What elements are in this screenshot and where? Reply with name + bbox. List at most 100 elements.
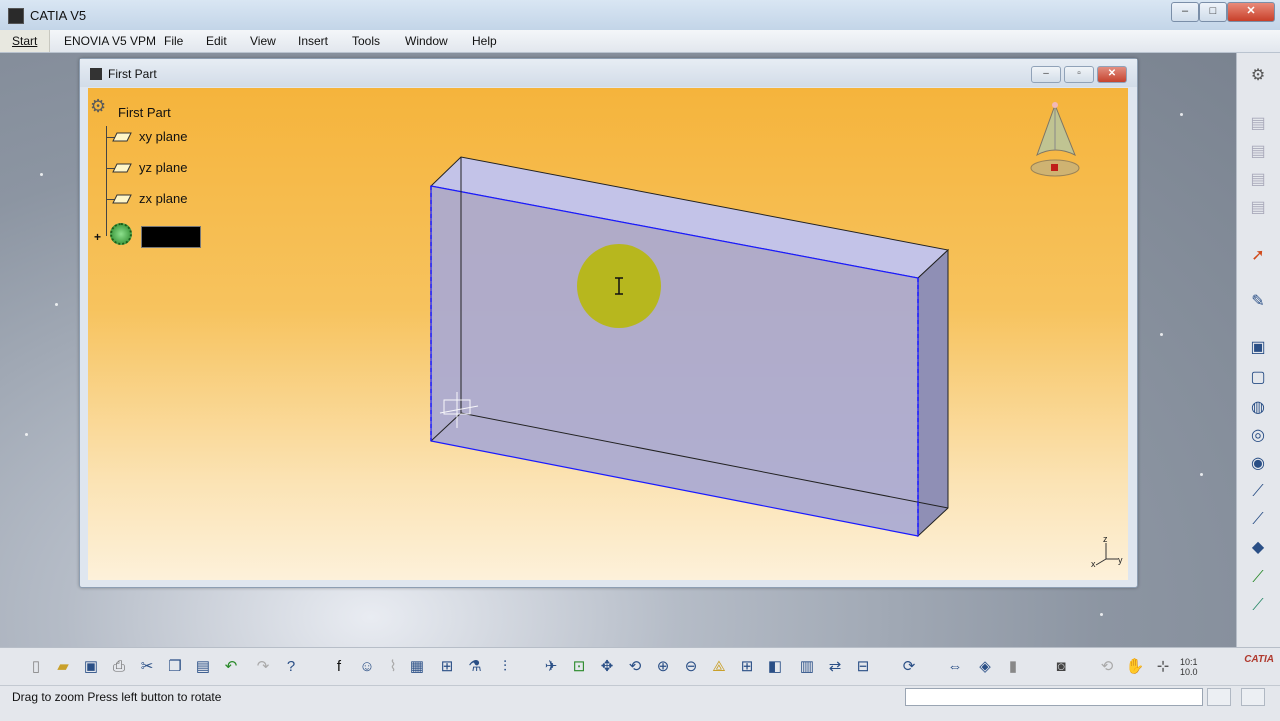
background-star: [40, 173, 43, 176]
command-history-button[interactable]: [1207, 688, 1231, 706]
menu-start[interactable]: Start: [0, 30, 51, 52]
shaft-icon[interactable]: ◍: [1247, 397, 1269, 419]
cut-icon[interactable]: ✂: [137, 657, 157, 677]
capture-icon[interactable]: ▮: [1003, 657, 1023, 677]
formula-icon[interactable]: f: [329, 657, 349, 677]
knowledge-icon[interactable]: ☺: [357, 657, 377, 677]
background-star: [55, 303, 58, 306]
camera-icon[interactable]: ◙: [1051, 657, 1071, 677]
fit-all-icon[interactable]: ⊡: [569, 657, 589, 677]
catia-app-icon: [8, 8, 24, 24]
law-icon[interactable]: ⌇: [383, 657, 403, 677]
help-icon[interactable]: ?: [281, 657, 301, 677]
undo-icon[interactable]: ↶: [221, 657, 241, 677]
part-body-icon[interactable]: ▤: [1247, 113, 1269, 135]
document-icon: [90, 68, 102, 80]
solid-combine-icon[interactable]: ◆: [1247, 537, 1269, 559]
menu-help[interactable]: Help: [472, 34, 497, 48]
coords-icon[interactable]: ⊹: [1153, 657, 1173, 677]
groove-icon[interactable]: ◎: [1247, 425, 1269, 447]
document-window: First Part – ▫ ✕ ⚙ First Part xy plane y…: [79, 58, 1138, 588]
hole-icon[interactable]: ◉: [1247, 453, 1269, 475]
background-star: [1180, 113, 1183, 116]
catia-logo: CATIA: [1244, 654, 1274, 665]
app-titlebar: CATIA V5 – □ ✕: [0, 0, 1280, 31]
open-icon[interactable]: ▰: [53, 657, 73, 677]
fly-mode-icon[interactable]: ✈: [541, 657, 561, 677]
redo-icon[interactable]: ↷: [253, 657, 273, 677]
axis-x-label: x: [1091, 559, 1096, 569]
compass-icon[interactable]: [1025, 100, 1085, 180]
menu-enovia[interactable]: ENOVIA V5 VPM: [64, 34, 156, 48]
menu-edit[interactable]: Edit: [206, 34, 227, 48]
axis-triad: z y x: [1091, 534, 1123, 569]
pan-3d-icon[interactable]: ✋: [1125, 657, 1145, 677]
union-trim-icon[interactable]: ▤: [1247, 197, 1269, 219]
apply-material-icon[interactable]: ◈: [975, 657, 995, 677]
command-input[interactable]: [905, 688, 1203, 706]
slot-icon[interactable]: ⟋: [1247, 509, 1269, 531]
pad-icon[interactable]: ▣: [1247, 337, 1269, 359]
paste-icon[interactable]: ▤: [193, 657, 213, 677]
menu-view[interactable]: View: [250, 34, 276, 48]
menu-insert[interactable]: Insert: [298, 34, 328, 48]
command-clear-button[interactable]: [1241, 688, 1265, 706]
solid-body-view: [429, 156, 950, 538]
normal-view-icon[interactable]: ⟁: [709, 657, 729, 677]
new-icon[interactable]: ▯: [26, 657, 46, 677]
analysis-icon[interactable]: ⫶: [495, 657, 515, 677]
stiffener-icon[interactable]: ⟋: [1247, 567, 1269, 589]
update-icon[interactable]: ⟳: [899, 657, 919, 677]
pan-icon[interactable]: ✥: [597, 657, 617, 677]
measure-icon[interactable]: ⚗: [465, 657, 485, 677]
document-titlebar: First Part – ▫ ✕: [80, 59, 1137, 87]
rotate-icon[interactable]: ⟲: [625, 657, 645, 677]
measure-between-icon[interactable]: ⇔: [945, 657, 965, 677]
background-star: [1160, 333, 1163, 336]
boolean-icon[interactable]: ▤: [1247, 169, 1269, 191]
loft-icon[interactable]: ⟋: [1247, 595, 1269, 617]
zoom-in-icon[interactable]: ⊕: [653, 657, 673, 677]
minimize-button[interactable]: –: [1171, 2, 1199, 22]
doc-close-button[interactable]: ✕: [1097, 66, 1127, 83]
quick-view-icon[interactable]: ⊞: [737, 657, 757, 677]
sketch-icon[interactable]: ✎: [1247, 291, 1269, 313]
properties-icon[interactable]: ⊟: [853, 657, 873, 677]
print-icon[interactable]: ⎙: [109, 657, 129, 677]
zoom-ratio-readout: 10:1 10.0: [1180, 657, 1198, 677]
box-solid: [429, 156, 950, 538]
rib-icon[interactable]: ⟋: [1247, 481, 1269, 503]
maximize-button[interactable]: □: [1199, 2, 1227, 22]
doc-minimize-button[interactable]: –: [1031, 66, 1061, 83]
design-table-icon[interactable]: ⊞: [437, 657, 457, 677]
hide-show-icon[interactable]: ▥: [797, 657, 817, 677]
app-title: CATIA V5: [30, 8, 87, 23]
select-arrow-icon[interactable]: ➚: [1247, 245, 1269, 267]
zoom-out-icon[interactable]: ⊖: [681, 657, 701, 677]
gear-icon[interactable]: ⚙: [1247, 65, 1269, 87]
3d-viewport[interactable]: ⚙ First Part xy plane yz plane zx plane …: [88, 88, 1128, 580]
status-bar: Drag to zoom Press left button to rotate: [0, 685, 1280, 721]
menu-file[interactable]: File: [164, 34, 183, 48]
status-message: Drag to zoom Press left button to rotate: [12, 690, 222, 704]
rotate-3d-icon[interactable]: ⟲: [1097, 657, 1117, 677]
document-title: First Part: [108, 67, 157, 81]
close-button[interactable]: ✕: [1227, 2, 1275, 22]
right-toolbar: ⚙ ▤ ▤ ▤ ▤ ➚ ✎ ▣ ▢ ◍ ◎ ◉ ⟋ ⟋ ◆ ⟋ ⟋: [1236, 53, 1280, 647]
pocket-icon[interactable]: ▢: [1247, 367, 1269, 389]
menu-tools[interactable]: Tools: [352, 34, 380, 48]
background-star: [25, 433, 28, 436]
table-icon[interactable]: ▦: [407, 657, 427, 677]
axis-y-label: y: [1118, 555, 1123, 565]
view-mode-icon[interactable]: ◧: [765, 657, 785, 677]
body-insert-icon[interactable]: ▤: [1247, 141, 1269, 163]
swap-space-icon[interactable]: ⇄: [825, 657, 845, 677]
menu-window[interactable]: Window: [405, 34, 448, 48]
save-icon[interactable]: ▣: [81, 657, 101, 677]
axis-z-label: z: [1103, 534, 1108, 544]
background-star: [1100, 613, 1103, 616]
background-star: [1200, 473, 1203, 476]
copy-icon[interactable]: ❐: [165, 657, 185, 677]
doc-restore-button[interactable]: ▫: [1064, 66, 1094, 83]
menubar: Start ENOVIA V5 VPM File Edit View Inser…: [0, 30, 1280, 53]
